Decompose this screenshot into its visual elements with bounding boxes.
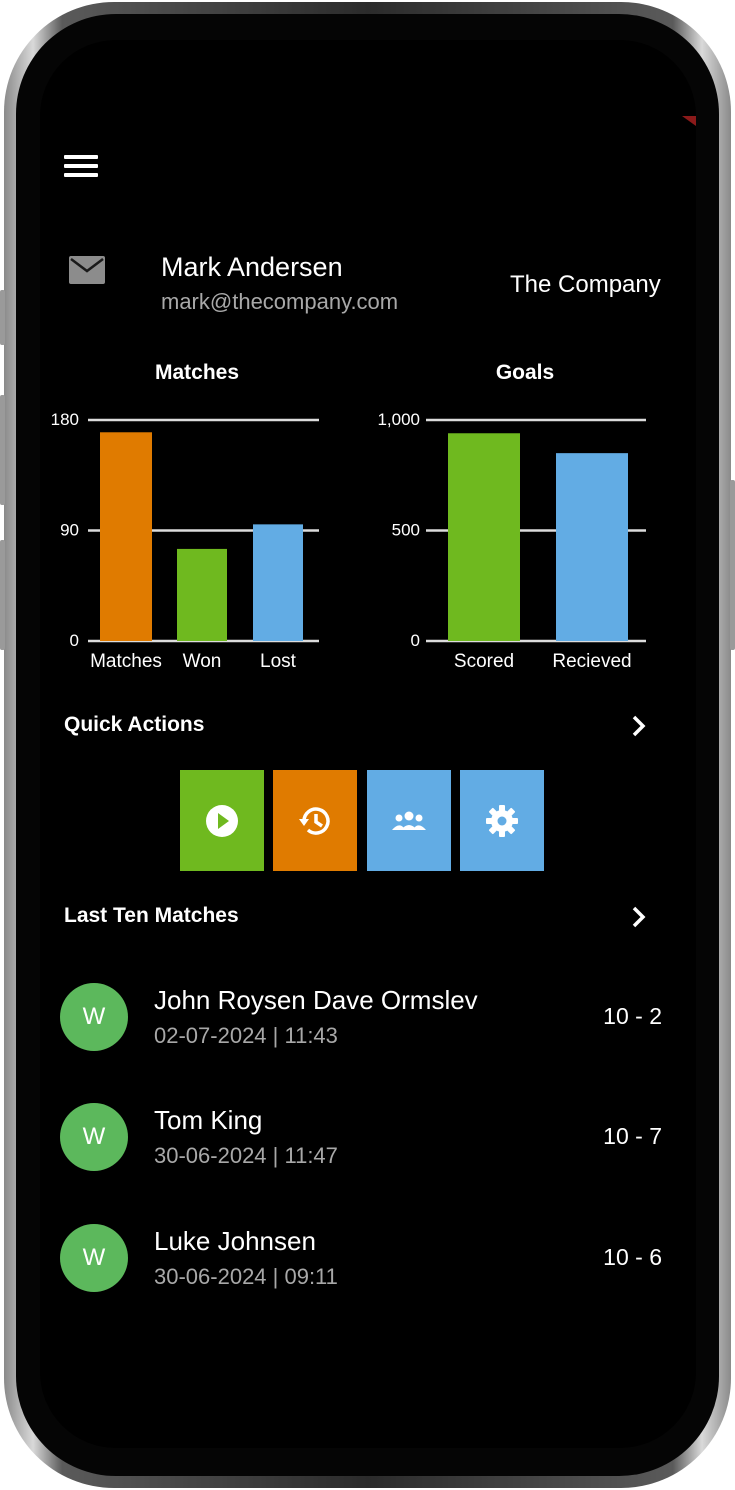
y-tick-label: 500 (392, 521, 420, 540)
result-avatar: W (60, 983, 128, 1051)
mute-button (0, 540, 5, 650)
match-date: 02-07-2024 | 11:43 (154, 1023, 338, 1048)
group-icon (392, 811, 426, 830)
volume-down-button (0, 395, 5, 505)
last-matches-chevron-icon[interactable] (628, 904, 650, 930)
x-tick-label: Recieved (552, 651, 631, 672)
match-history-button[interactable] (273, 770, 357, 871)
players-button[interactable] (367, 770, 451, 871)
history-icon (299, 806, 330, 835)
quick-actions-title: Quick Actions (64, 713, 205, 736)
match-date: 30-06-2024 | 11:47 (154, 1143, 338, 1168)
bar-lost (253, 524, 303, 641)
x-tick-label: Matches (90, 651, 162, 672)
match-row[interactable]: W Tom King 30-06-2024 | 11:47 10 - 7 (40, 1103, 696, 1203)
result-avatar: W (60, 1103, 128, 1171)
bar-matches (100, 432, 152, 641)
bar-won (177, 548, 227, 641)
y-tick-label: 1,000 (377, 410, 420, 429)
x-tick-label: Won (183, 651, 222, 672)
bar-scored (448, 433, 520, 641)
quick-actions-chevron-icon[interactable] (628, 713, 650, 739)
y-tick-label: 90 (60, 521, 79, 540)
match-row[interactable]: W Luke Johnsen 30-06-2024 | 09:11 10 - 6 (40, 1224, 696, 1324)
power-button (730, 480, 735, 650)
settings-button[interactable] (460, 770, 544, 871)
match-date: 30-06-2024 | 09:11 (154, 1264, 338, 1289)
play-icon (206, 804, 238, 837)
last-matches-title: Last Ten Matches (64, 904, 239, 927)
match-opponent: Luke Johnsen (154, 1226, 316, 1256)
gear-icon (486, 804, 518, 837)
bar-recieved (556, 453, 628, 641)
y-tick-label: 0 (70, 631, 79, 650)
x-tick-label: Scored (454, 651, 514, 672)
app-screen: Mark Andersen mark@thecompany.com The Co… (40, 40, 696, 1448)
match-score: 10 - 7 (603, 1123, 662, 1149)
match-score: 10 - 2 (603, 1003, 662, 1029)
match-score: 10 - 6 (603, 1244, 662, 1270)
stats-charts: 0 90 180 Matches Won Lost 0 500 1,000 Scored Recie… (51, 410, 646, 672)
match-row[interactable]: W John Roysen Dave Ormslev 02-07-2024 | … (40, 983, 696, 1083)
volume-up-button (0, 290, 5, 345)
x-tick-label: Lost (260, 651, 297, 672)
match-opponent: John Roysen Dave Ormslev (154, 985, 478, 1015)
y-tick-label: 0 (411, 631, 420, 650)
y-tick-label: 180 (51, 410, 79, 429)
match-opponent: Tom King (154, 1105, 263, 1135)
start-match-button[interactable] (180, 770, 264, 871)
result-avatar: W (60, 1224, 128, 1292)
